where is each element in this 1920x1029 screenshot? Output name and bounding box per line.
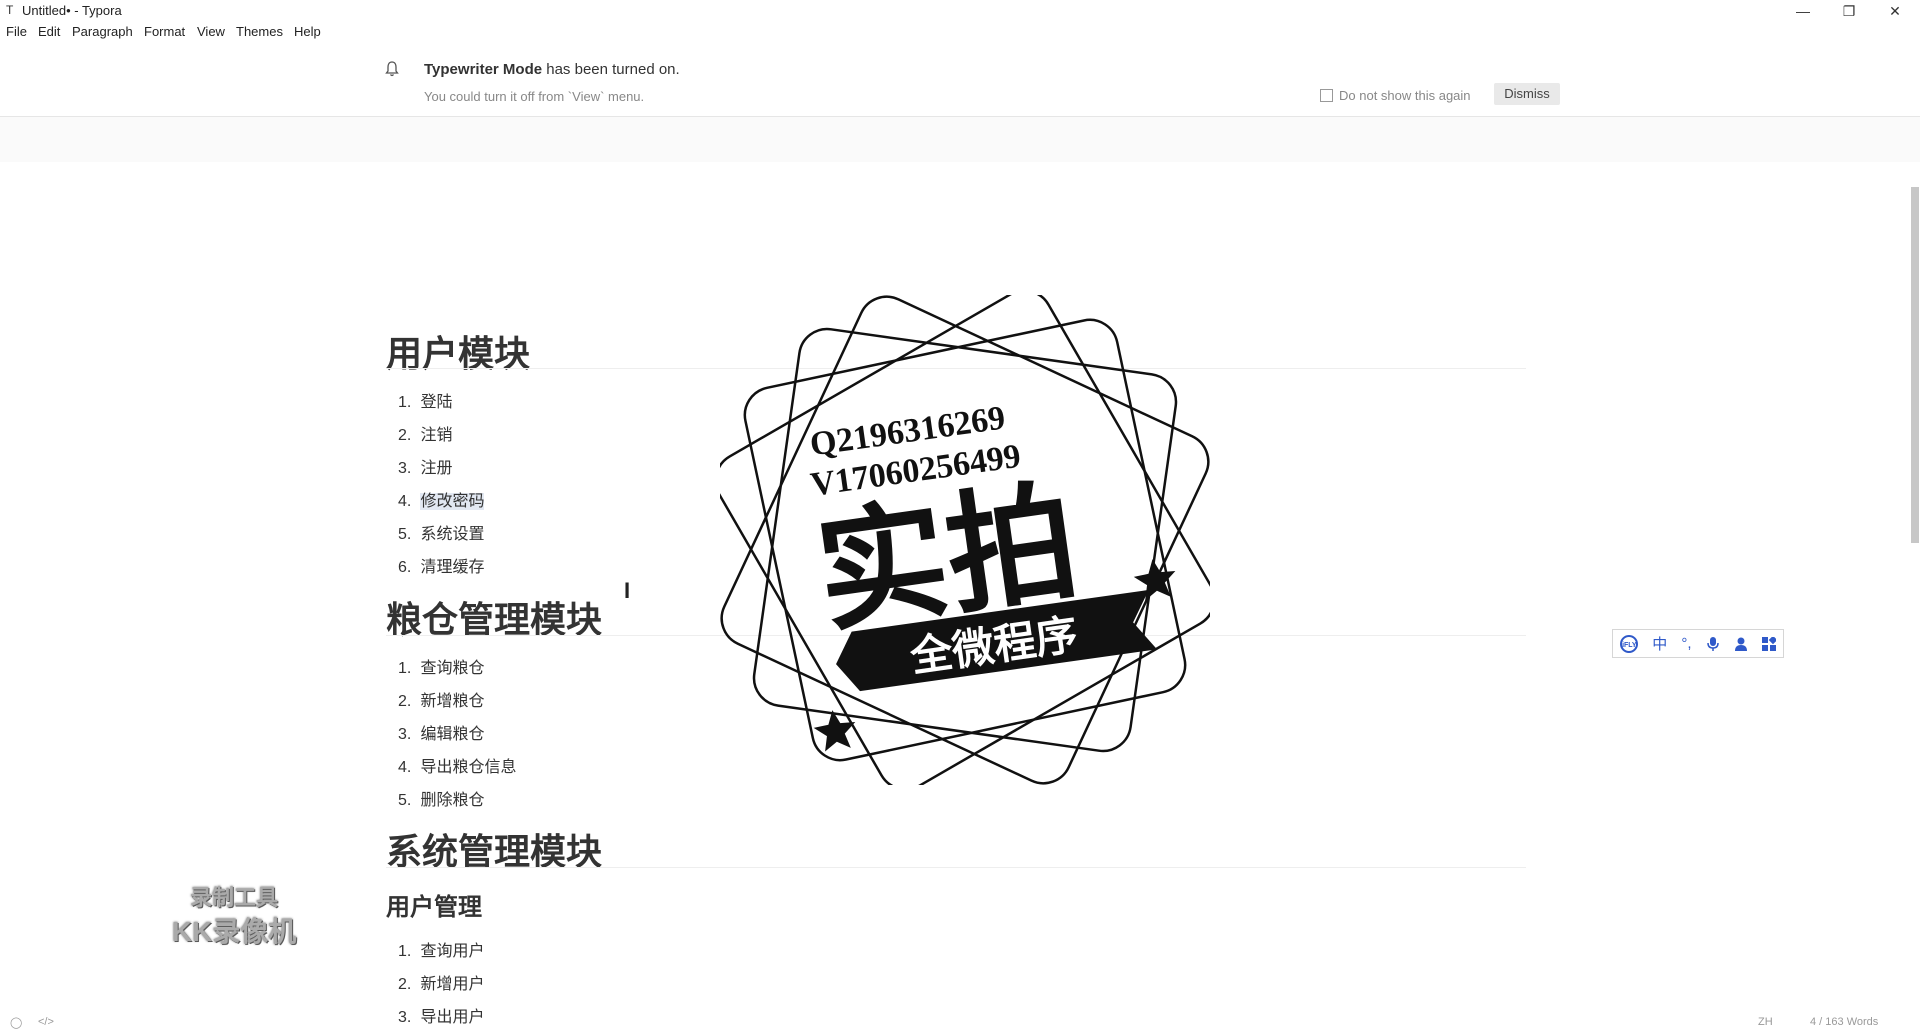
user-icon[interactable]	[1734, 636, 1748, 652]
list-item[interactable]: 3. 注册	[398, 454, 452, 478]
notice-subtitle: You could turn it off from `View` menu.	[424, 89, 645, 104]
list-item[interactable]: 5. 删除粮仓	[398, 786, 484, 810]
list-item-text: 系统设置	[420, 526, 485, 543]
list-item-text-selected: 修改密码	[420, 493, 485, 510]
notice-title-rest: has been turned on.	[542, 61, 680, 78]
typora-app-icon: T	[6, 3, 14, 17]
list-item-text: 删除粮仓	[420, 792, 485, 809]
list-item[interactable]: 2. 新增用户	[398, 970, 484, 994]
list-item-text: 注册	[420, 460, 453, 477]
close-button[interactable]: ✕	[1872, 0, 1918, 22]
text-cursor-icon: I	[624, 578, 631, 603]
list-item-text: 查询粮仓	[420, 660, 485, 677]
menu-edit[interactable]: Edit	[38, 24, 60, 39]
recorder-watermark-line2: KK录像机	[171, 916, 297, 947]
status-bar: ◯ </> ZH 4 / 163 Words	[0, 1016, 1920, 1029]
ime-toolbar: iFLY 中 °,	[1612, 629, 1784, 658]
list-item[interactable]: 1. 登陆	[398, 388, 452, 412]
list-item-text: 编辑粮仓	[420, 726, 485, 743]
list-item-text: 新增粮仓	[420, 693, 485, 710]
heading-user-module[interactable]: 用户模块	[386, 325, 530, 377]
list-item[interactable]: 1. 查询用户	[398, 937, 484, 961]
menu-file[interactable]: File	[6, 24, 27, 39]
minimize-button[interactable]: —	[1780, 0, 1826, 22]
heading-rule	[386, 867, 1526, 868]
list-item-text: 清理缓存	[420, 559, 485, 576]
window-title: Untitled• - Typora	[22, 3, 122, 18]
iflytek-icon[interactable]: iFLY	[1620, 634, 1639, 653]
dont-show-again[interactable]: Do not show this again	[1320, 88, 1471, 103]
recorder-watermark: 录制工具 KK录像机	[160, 880, 308, 950]
sidebar-toggle-icon[interactable]: ◯	[10, 1016, 22, 1029]
list-item-text: 新增用户	[420, 976, 485, 993]
list-item-text: 登陆	[420, 394, 453, 411]
notice-title: Typewriter Mode has been turned on.	[424, 61, 680, 78]
title-bar: T Untitled• - Typora — ❐ ✕	[0, 0, 1920, 22]
notice-title-bold: Typewriter Mode	[424, 61, 543, 78]
list-item[interactable]: 2. 注销	[398, 421, 452, 445]
menu-view[interactable]: View	[197, 24, 225, 39]
list-item[interactable]: 2. 新增粮仓	[398, 687, 484, 711]
dont-show-label: Do not show this again	[1339, 88, 1471, 103]
grid-icon[interactable]	[1761, 636, 1776, 651]
menu-themes[interactable]: Themes	[236, 24, 283, 39]
source-code-icon[interactable]: </>	[38, 1016, 54, 1028]
ime-mode-toggle[interactable]: 中	[1652, 633, 1667, 654]
menu-help[interactable]: Help	[294, 24, 321, 39]
bell-icon	[385, 61, 399, 77]
menu-paragraph[interactable]: Paragraph	[72, 24, 133, 39]
list-item[interactable]: 5. 系统设置	[398, 520, 484, 544]
scrollbar-thumb[interactable]	[1911, 187, 1919, 543]
list-item[interactable]: 3. 编辑粮仓	[398, 720, 484, 744]
dismiss-button[interactable]: Dismiss	[1494, 83, 1560, 105]
list-item-text: 注销	[420, 427, 453, 444]
menu-format[interactable]: Format	[144, 24, 185, 39]
status-language[interactable]: ZH	[1758, 1016, 1773, 1028]
list-item[interactable]: 6. 清理缓存	[398, 553, 484, 577]
status-word-count[interactable]: 4 / 163 Words	[1810, 1016, 1878, 1028]
list-item-text: 导出粮仓信息	[420, 759, 517, 776]
typewriter-mode-notification: Typewriter Mode has been turned on. You …	[0, 50, 1920, 117]
watermark-stamp: Q2196316269 V17060256499 实拍 全微程序	[720, 295, 1210, 785]
microphone-icon[interactable]	[1706, 636, 1720, 652]
restore-button[interactable]: ❐	[1826, 0, 1872, 22]
list-item[interactable]: 1. 查询粮仓	[398, 654, 484, 678]
dont-show-checkbox[interactable]	[1320, 89, 1333, 102]
ime-punctuation-toggle[interactable]: °,	[1681, 635, 1691, 652]
heading-user-management[interactable]: 用户管理	[386, 887, 482, 922]
list-item[interactable]: 4. 导出粮仓信息	[398, 753, 516, 777]
editor-top-strip	[0, 117, 1920, 162]
list-item[interactable]: 4. 修改密码	[398, 487, 485, 511]
recorder-watermark-line1: 录制工具	[189, 885, 278, 910]
list-item-text: 查询用户	[420, 943, 485, 960]
